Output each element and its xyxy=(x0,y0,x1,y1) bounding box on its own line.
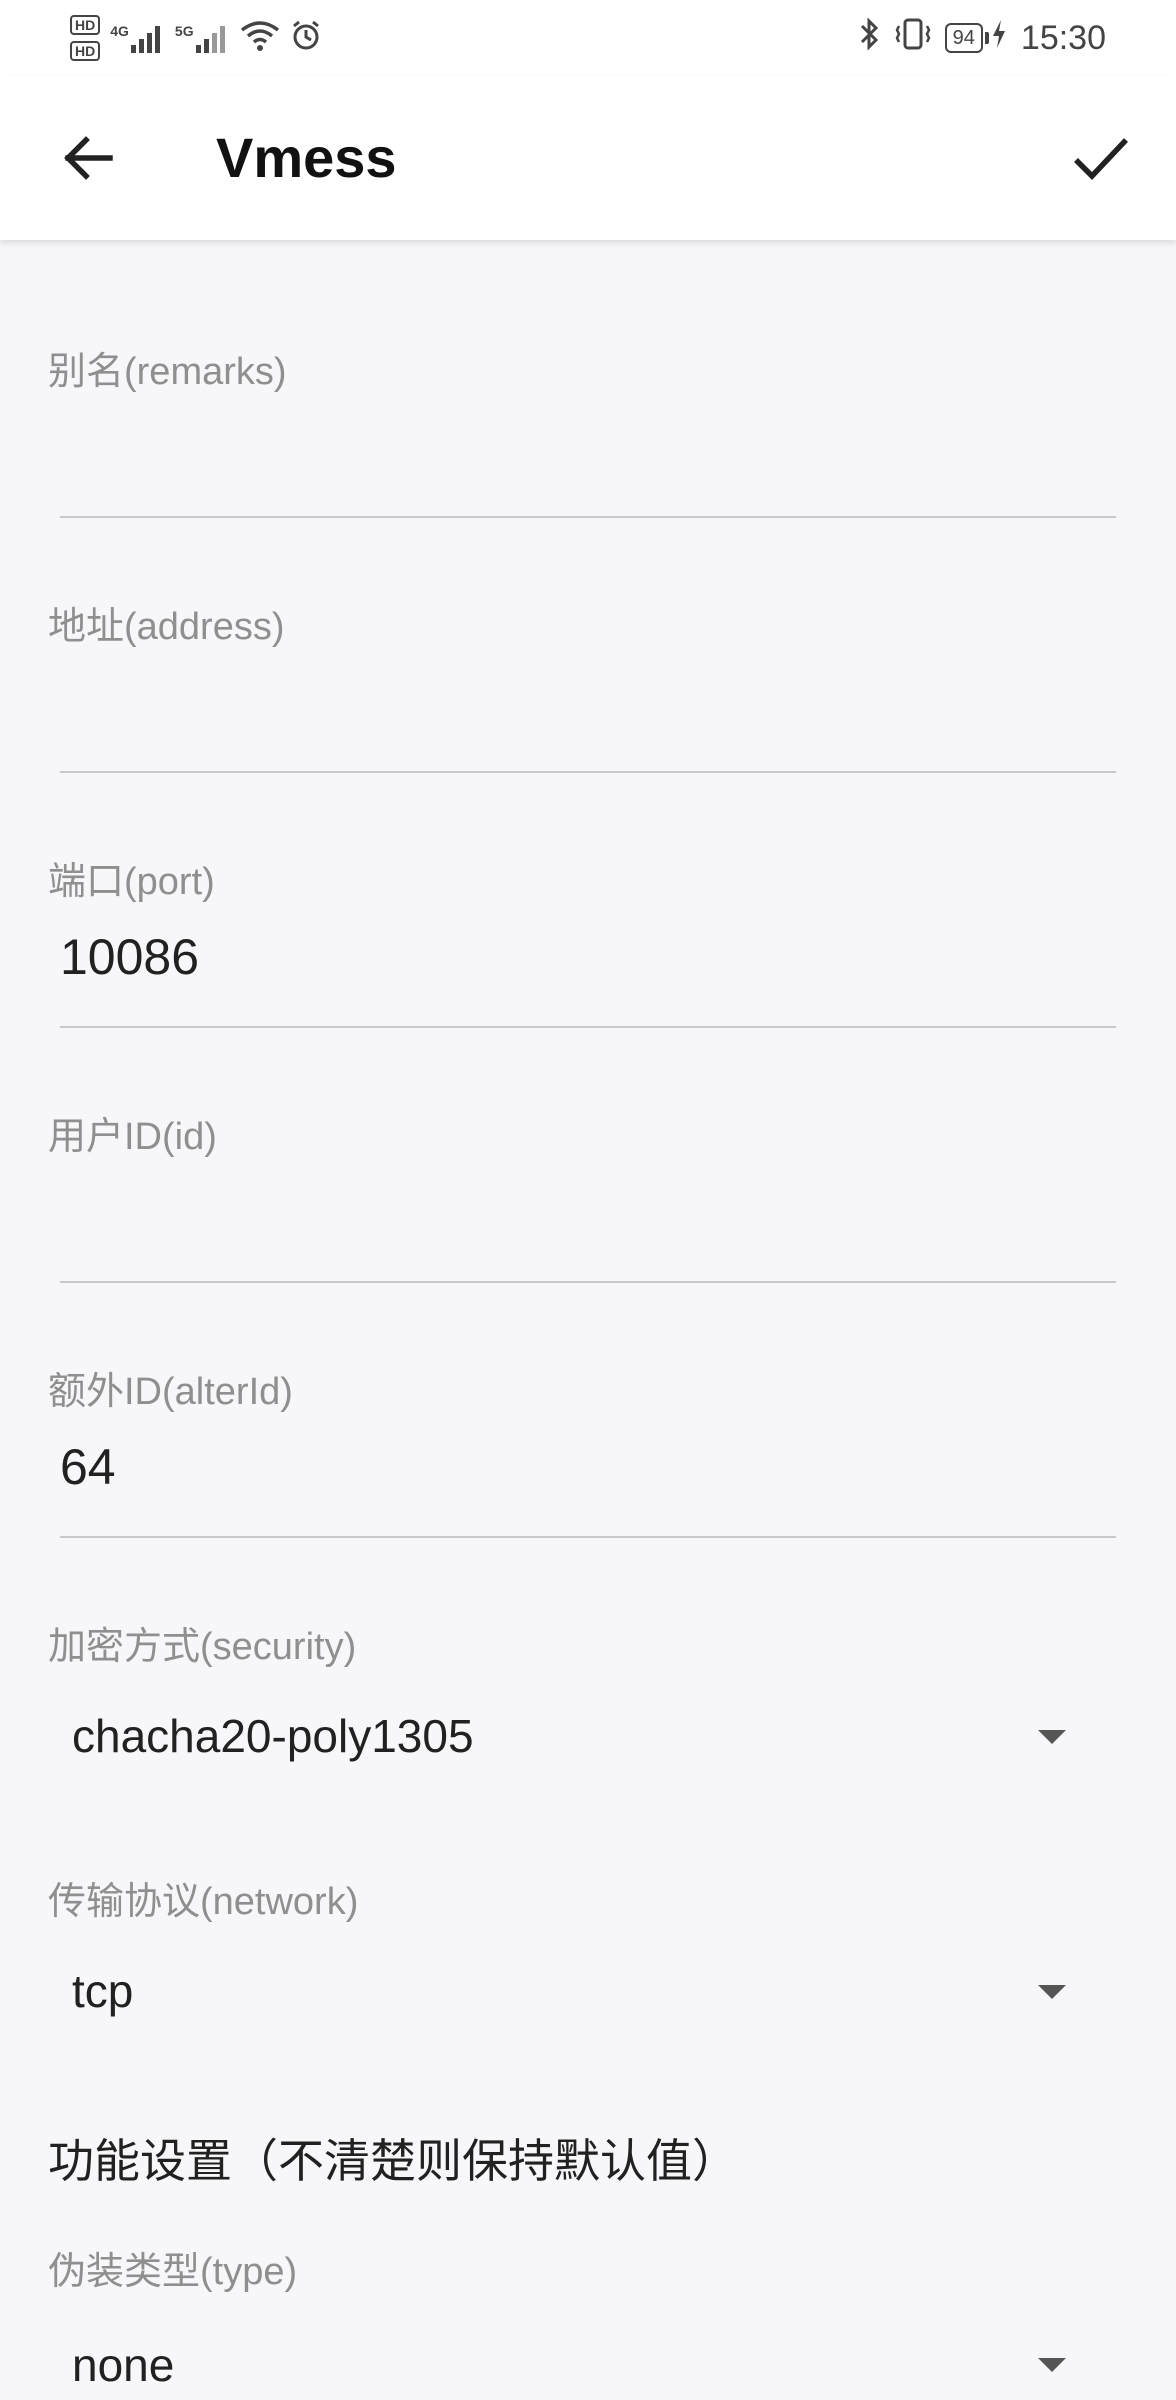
port-input[interactable]: 10086 xyxy=(60,928,199,986)
charging-icon xyxy=(991,19,1007,58)
type-select[interactable]: 伪装类型(type) none xyxy=(0,2140,1176,2395)
address-label: 地址(address) xyxy=(48,606,285,648)
security-label: 加密方式(security) xyxy=(48,1626,357,1668)
network-select[interactable]: 传输协议(network) tcp xyxy=(0,1770,1176,2025)
battery-tip xyxy=(984,32,989,44)
type-dropdown-arrow-icon[interactable] xyxy=(1038,2358,1066,2372)
port-field: 端口(port) 10086 xyxy=(0,750,1176,1028)
clock-time: 15:30 xyxy=(1020,18,1106,57)
user-id-label: 用户ID(id) xyxy=(48,1116,217,1158)
hd-2-badge: HD xyxy=(70,41,101,61)
type-value[interactable]: none xyxy=(72,2338,174,2392)
page-title: Vmess xyxy=(216,126,397,189)
vibrate-icon xyxy=(895,17,931,60)
wifi-icon xyxy=(240,20,280,57)
port-label: 端口(port) xyxy=(48,861,215,903)
remarks-label: 别名(remarks) xyxy=(48,351,287,393)
signal-4g-icon: 4G xyxy=(110,23,165,53)
hd-1-badge: HD xyxy=(70,15,101,35)
check-icon xyxy=(1074,138,1128,180)
bluetooth-icon xyxy=(859,16,881,60)
alter-id-input[interactable]: 64 xyxy=(60,1438,116,1496)
type-label: 伪装类型(type) xyxy=(48,2251,298,2293)
network-dropdown-arrow-icon[interactable] xyxy=(1038,1985,1066,1999)
alter-id-label: 额外ID(alterId) xyxy=(48,1371,293,1413)
app-toolbar: Vmess xyxy=(0,76,1176,240)
alarm-icon xyxy=(290,20,322,57)
status-left: HD HD 4G 5G xyxy=(70,8,322,68)
security-select[interactable]: 加密方式(security) chacha20-poly1305 xyxy=(0,1515,1176,1770)
address-field: 地址(address) xyxy=(0,495,1176,773)
battery-level: 94 xyxy=(944,23,983,53)
network-value[interactable]: tcp xyxy=(72,1964,133,2018)
save-button[interactable] xyxy=(1064,122,1136,194)
user-id-field: 用户ID(id) xyxy=(0,1005,1176,1283)
network-label: 传输协议(network) xyxy=(48,1881,359,1923)
alter-id-field: 额外ID(alterId) 64 xyxy=(0,1260,1176,1538)
network-1-label: 4G xyxy=(110,23,129,39)
security-dropdown-arrow-icon[interactable] xyxy=(1038,1730,1066,1744)
status-right: 94 15:30 xyxy=(859,8,1106,68)
remarks-field: 别名(remarks) xyxy=(0,240,1176,518)
battery-indicator: 94 xyxy=(944,19,1007,58)
back-button[interactable] xyxy=(52,122,124,194)
arrow-left-icon xyxy=(64,136,113,180)
signal-5g-icon: 5G xyxy=(175,23,230,53)
security-value[interactable]: chacha20-poly1305 xyxy=(72,1709,474,1763)
network-2-label: 5G xyxy=(174,23,194,39)
status-bar: HD HD 4G 5G 94 15:30 xyxy=(0,0,1176,76)
hd-indicators: HD HD xyxy=(70,15,101,61)
